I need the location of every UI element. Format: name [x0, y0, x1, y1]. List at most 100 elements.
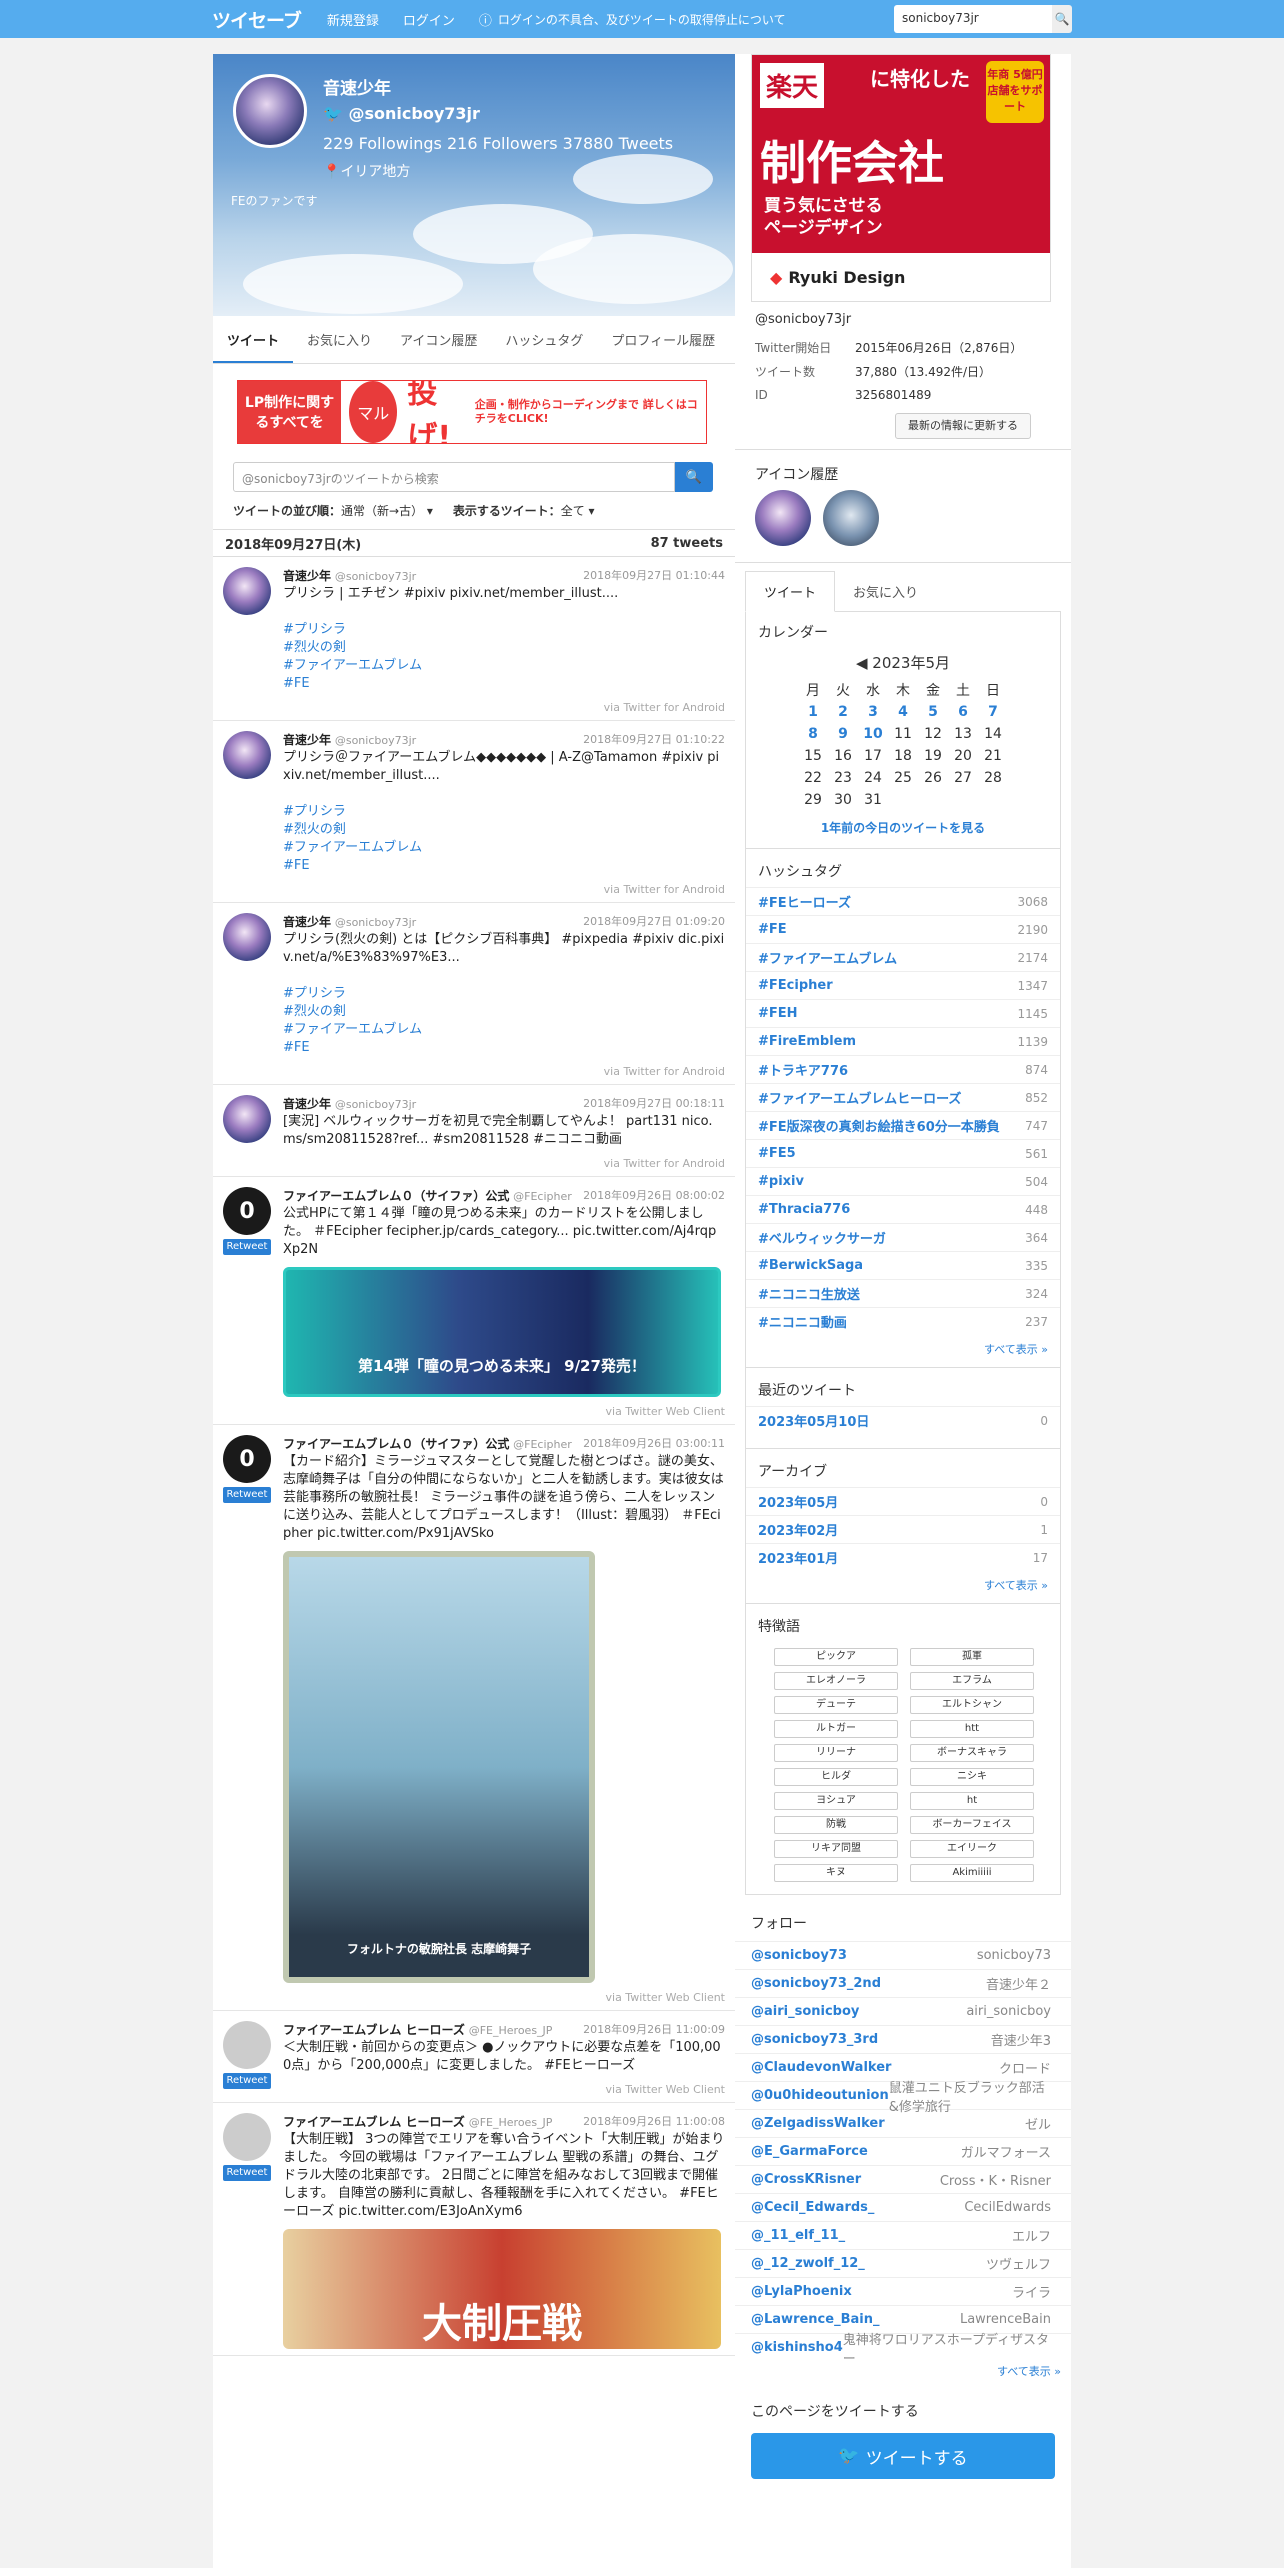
tweet-avatar[interactable] [223, 2113, 271, 2161]
tweet-author[interactable]: ファイアーエムブレム ヒーローズ [283, 2115, 465, 2129]
tweet-time[interactable]: 2018年09月27日 00:18:11 [583, 1095, 725, 1111]
follow-handle[interactable]: @0u0hideoutunion [751, 2088, 889, 2103]
side-ad[interactable]: 楽天 に特化した 年商 5億円 店舗をサポート 制作会社 買う気にさせる ページ… [751, 54, 1051, 302]
sort-type[interactable]: 表示するツイート：全て ▾ [453, 502, 595, 519]
tweet-author[interactable]: 音速少年 [283, 915, 331, 929]
hashtag-link[interactable]: #ファイアーエムブレム [283, 1021, 725, 1039]
hashtag-name[interactable]: #ファイアーエムブレムヒーローズ [758, 1088, 961, 1107]
tweet-media[interactable]: 第14弾「瞳の見つめる未来」 9/27発売！ [283, 1267, 721, 1397]
feature-word[interactable]: ヒルダ [774, 1768, 898, 1786]
calendar-day[interactable]: 6 [948, 701, 978, 723]
follow-row[interactable]: @sonicboy73_3rd 音速少年3 [735, 2025, 1071, 2053]
hashtag-link[interactable]: #プリシラ [283, 621, 725, 639]
notice-link[interactable]: ログインの不具合、及びツイートの取得停止について [498, 11, 786, 28]
tab-hashtags[interactable]: ハッシュタグ [491, 330, 597, 363]
follow-handle[interactable]: @ZelgadissWalker [751, 2116, 885, 2131]
tweet-avatar[interactable]: 0 [223, 1435, 271, 1483]
hashtag-link[interactable]: #烈火の剣 [283, 639, 725, 657]
archive-row[interactable]: 2023年01月 17 [746, 1543, 1060, 1571]
archive-name[interactable]: 2023年01月 [758, 1548, 838, 1567]
tweet-time[interactable]: 2018年09月26日 11:00:08 [583, 2113, 725, 2129]
follow-row[interactable]: @0u0hideoutunion 鼠灌ユニト反ブラック部活&修学旅行 [735, 2081, 1071, 2115]
follow-handle[interactable]: @Cecil_Edwards_ [751, 2200, 874, 2215]
follow-row[interactable]: @E_GarmaForce ガルマフォース [735, 2137, 1071, 2165]
tweet-media[interactable]: 大制圧戦 [283, 2229, 721, 2349]
tab-tweets[interactable]: ツイート [213, 330, 294, 363]
hashtag-name[interactable]: #FireEmblem [758, 1034, 856, 1049]
tab-profile-history[interactable]: プロフィール履歴 [597, 330, 729, 363]
hashtag-name[interactable]: #トラキア776 [758, 1060, 848, 1079]
hashtag-row[interactable]: #FE5 561 [746, 1139, 1060, 1167]
tweet-handle[interactable]: @sonicboy73jr [335, 1098, 416, 1111]
calendar-day[interactable]: 8 [798, 723, 828, 745]
hashtag-row[interactable]: #FEH 1145 [746, 999, 1060, 1027]
tweet-handle[interactable]: @sonicboy73jr [335, 734, 416, 747]
follow-handle[interactable]: @sonicboy73 [751, 1948, 847, 1963]
follow-handle[interactable]: @sonicboy73_3rd [751, 2032, 878, 2047]
follow-handle[interactable]: @_11_elf_11_ [751, 2228, 845, 2243]
hashtag-row[interactable]: #ニコニコ生放送 324 [746, 1279, 1060, 1307]
hashtag-link[interactable]: #烈火の剣 [283, 1003, 725, 1021]
feature-word[interactable]: 孤軍 [910, 1648, 1034, 1666]
hashtag-name[interactable]: #FE版深夜の真剣お絵描き60分一本勝負 [758, 1116, 1000, 1135]
follow-handle[interactable]: @CrossKRisner [751, 2172, 861, 2187]
hashtag-row[interactable]: #BerwickSaga 335 [746, 1251, 1060, 1279]
site-logo[interactable]: ツイセーブ [212, 6, 302, 33]
feature-word[interactable]: htt [910, 1720, 1034, 1738]
follow-handle[interactable]: @sonicboy73_2nd [751, 1976, 881, 1991]
feature-word[interactable]: リリーナ [774, 1744, 898, 1762]
feature-word[interactable]: ピックア [774, 1648, 898, 1666]
follow-row[interactable]: @LylaPhoenix ライラ [735, 2277, 1071, 2305]
tweet-avatar[interactable] [223, 2021, 271, 2069]
follow-handle[interactable]: @LylaPhoenix [751, 2284, 852, 2299]
follow-row[interactable]: @sonicboy73_2nd 音速少年２ [735, 1969, 1071, 1997]
feature-word[interactable]: キヌ [774, 1864, 898, 1882]
archive-name[interactable]: 2023年05月 [758, 1492, 838, 1511]
side-tab-favorites[interactable]: お気に入り [835, 582, 936, 611]
hashtag-link[interactable]: #烈火の剣 [283, 821, 725, 839]
search-icon[interactable]: 🔍 [1052, 5, 1072, 33]
history-avatar[interactable] [755, 490, 811, 546]
tab-favorites[interactable]: お気に入り [293, 330, 386, 363]
tweet-time[interactable]: 2018年09月27日 01:10:22 [583, 731, 725, 747]
side-tab-tweets[interactable]: ツイート [745, 571, 836, 612]
follow-handle[interactable]: @kishinsho4 [751, 2340, 843, 2355]
update-button[interactable]: 最新の情報に更新する [895, 413, 1031, 439]
follow-handle[interactable]: @_12_zwolf_12_ [751, 2256, 865, 2271]
follow-row[interactable]: @_11_elf_11_ エルフ [735, 2221, 1071, 2249]
follow-handle[interactable]: @airi_sonicboy [751, 2004, 859, 2019]
hashtag-name[interactable]: #ニコニコ生放送 [758, 1284, 860, 1303]
hashtag-row[interactable]: #トラキア776 874 [746, 1055, 1060, 1083]
calendar-day[interactable]: 9 [828, 723, 858, 745]
hashtag-name[interactable]: #FE5 [758, 1146, 796, 1161]
tweet-media[interactable]: フォルトナの敏腕社長 志摩崎舞子 [283, 1551, 595, 1983]
hashtag-row[interactable]: #FE 2190 [746, 915, 1060, 943]
register-link[interactable]: 新規登録 [327, 10, 379, 29]
tweet-handle[interactable]: @sonicboy73jr [335, 570, 416, 583]
feature-word[interactable]: ルトガー [774, 1720, 898, 1738]
feature-word[interactable]: ボーナスキャラ [910, 1744, 1034, 1762]
ad-banner[interactable]: LP制作に関するすべてを マル 投げ! 企画・制作からコーディングまで 詳しくは… [237, 380, 707, 444]
calendar-month[interactable]: ◀ 2023年5月 [758, 652, 1048, 673]
feature-word[interactable]: ht [910, 1792, 1034, 1810]
hashtag-name[interactable]: #BerwickSaga [758, 1258, 863, 1273]
follow-handle[interactable]: @ClaudevonWalker [751, 2060, 891, 2075]
tweet-author[interactable]: 音速少年 [283, 1097, 331, 1111]
archive-row[interactable]: 2023年05月 0 [746, 1487, 1060, 1515]
hashtag-row[interactable]: #pixiv 504 [746, 1167, 1060, 1195]
follow-row[interactable]: @airi_sonicboy airi_sonicboy [735, 1997, 1071, 2025]
hashtag-row[interactable]: #ファイアーエムブレムヒーローズ 852 [746, 1083, 1060, 1111]
tweet-handle[interactable]: @sonicboy73jr [335, 916, 416, 929]
follow-row[interactable]: @sonicboy73 sonicboy73 [735, 1941, 1071, 1969]
tweet-time[interactable]: 2018年09月26日 03:00:11 [583, 1435, 725, 1451]
hashtag-link[interactable]: #プリシラ [283, 985, 725, 1003]
tweet-handle[interactable]: @FEcipher [513, 1438, 572, 1451]
calendar-day[interactable]: 3 [858, 701, 888, 723]
tweet-avatar[interactable]: 0 [223, 1187, 271, 1235]
calendar-day[interactable]: 2 [828, 701, 858, 723]
hashtag-row[interactable]: #ファイアーエムブレム 2174 [746, 943, 1060, 971]
tweet-handle[interactable]: @FE_Heroes_JP [469, 2116, 553, 2129]
tweet-avatar[interactable] [223, 567, 271, 615]
hashtag-link[interactable]: #プリシラ [283, 803, 725, 821]
calendar-day[interactable]: 1 [798, 701, 828, 723]
